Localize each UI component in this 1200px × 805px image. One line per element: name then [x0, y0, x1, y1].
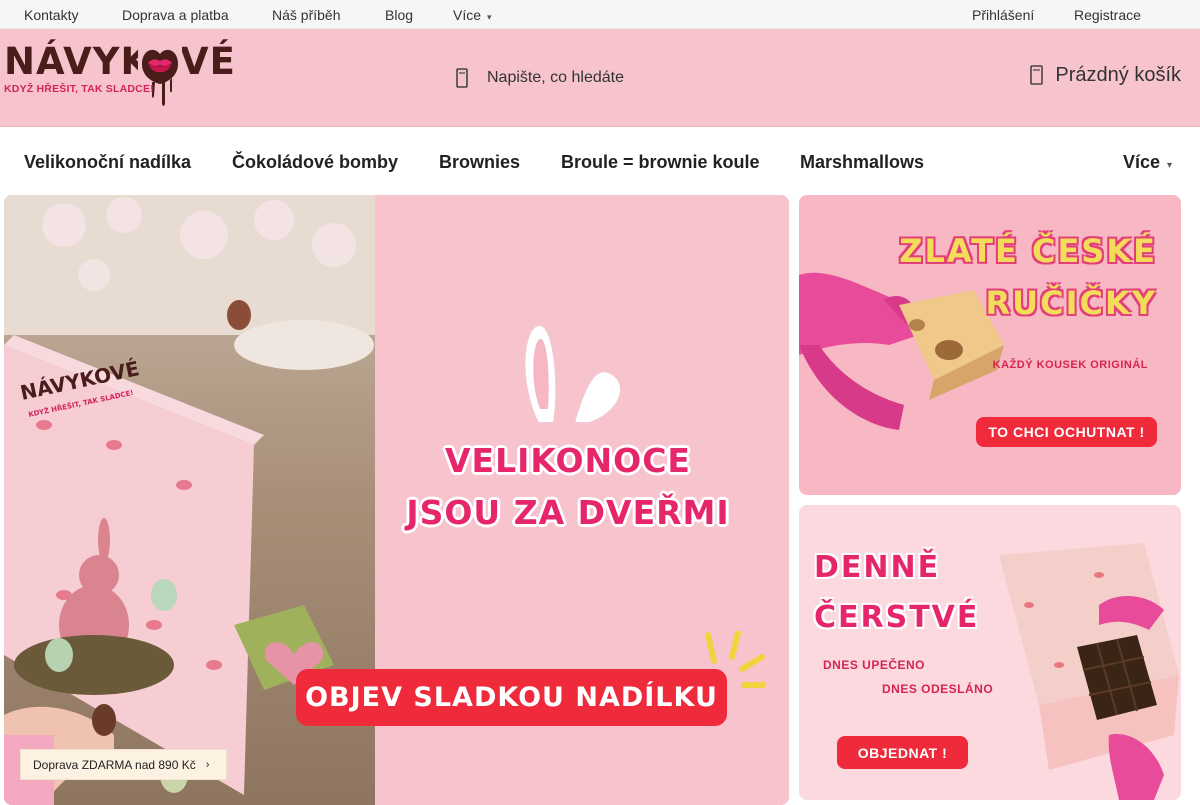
top-more-menu[interactable]: Více ▾ [453, 7, 492, 23]
category-chocolate-bombs[interactable]: Čokoládové bomby [232, 152, 398, 173]
category-marshmallows[interactable]: Marshmallows [800, 152, 924, 173]
site-logo[interactable]: NÁVYKOVÉ KDYŽ HŘEŠIT, TAK SLADCE! [4, 42, 235, 106]
promo1-title: ZLATÉ ČESKÉ RUČIČKY [899, 225, 1157, 329]
category-broule[interactable]: Broule = brownie koule [561, 152, 760, 173]
login-link[interactable]: Přihlášení [972, 7, 1034, 23]
promo2-title-line1: DENNĚ [814, 550, 941, 585]
logo-tagline: KDYŽ HŘEŠIT, TAK SLADCE! [4, 83, 154, 95]
chevron-down-icon: ▾ [487, 12, 492, 22]
top-bar: Kontakty Doprava a platba Náš příběh Blo… [0, 0, 1200, 29]
top-link-blog[interactable]: Blog [385, 7, 413, 23]
hero-cta-button[interactable]: OBJEV SLADKOU NADÍLKU [296, 669, 727, 726]
cart-icon [1030, 65, 1044, 85]
bunny-ears-illustration [523, 323, 622, 424]
promo2-subtitle-baked: DNES UPEČENO [823, 658, 926, 672]
hero-title-line2: JSOU ZA DVEŘMI [406, 493, 730, 532]
promo1-title-line1: ZLATÉ ČESKÉ [899, 232, 1157, 270]
promo1-cta-button[interactable]: TO CHCI OCHUTNAT ! [976, 417, 1157, 447]
top-link-contacts[interactable]: Kontakty [24, 7, 78, 23]
register-link[interactable]: Registrace [1074, 7, 1141, 23]
promo-banner-fresh[interactable]: DENNĚ ČERSTVÉ DNES UPEČENO DNES ODESLÁNO… [799, 505, 1181, 800]
hero-banner[interactable]: NÁVYKOVÉ KDYŽ HŘEŠIT, TAK SLADCE! VELIKO… [4, 195, 789, 805]
cart-label: Prázdný košík [1055, 63, 1181, 86]
search-box[interactable]: Napište, co hledáte [452, 66, 624, 90]
promo2-title-line2: ČERSTVÉ [814, 600, 980, 635]
category-nav: Velikonoční nadílka Čokoládové bomby Bro… [0, 127, 1200, 195]
lips-icon [138, 44, 182, 106]
promo2-subtitle-shipped: DNES ODESLÁNO [882, 682, 994, 696]
free-shipping-label: Doprava ZDARMA nad 890 Kč [33, 757, 196, 772]
site-header: NÁVYKOVÉ KDYŽ HŘEŠIT, TAK SLADCE! Napišt… [0, 29, 1200, 127]
brownie-box-photo [999, 543, 1179, 800]
logo-wordmark: NÁVYKOVÉ [4, 40, 236, 83]
hero-title: VELIKONOCE JSOU ZA DVEŘMI [375, 435, 761, 539]
category-more-label: Více [1123, 152, 1161, 172]
category-easter[interactable]: Velikonoční nadílka [24, 152, 191, 173]
chevron-down-icon: ▾ [1167, 160, 1173, 171]
promo1-subtitle: KAŽDÝ KOUSEK ORIGINÁL [992, 359, 1148, 371]
arrow-right-icon: › [205, 758, 210, 771]
search-input[interactable]: Napište, co hledáte [487, 69, 624, 87]
promo2-title: DENNĚ ČERSTVÉ [814, 543, 979, 643]
promo2-cta-button[interactable]: OBJEDNAT ! [837, 736, 968, 769]
category-brownies[interactable]: Brownies [439, 152, 520, 173]
cart-button[interactable]: Prázdný košík [1028, 63, 1181, 87]
top-link-story[interactable]: Náš příběh [272, 7, 340, 23]
category-more-menu[interactable]: Více ▾ [1123, 152, 1172, 173]
search-icon [456, 68, 468, 88]
promo-banner-rucicky[interactable]: ZLATÉ ČESKÉ RUČIČKY KAŽDÝ KOUSEK ORIGINÁ… [799, 195, 1181, 495]
free-shipping-badge[interactable]: Doprava ZDARMA nad 890 Kč › [20, 749, 227, 780]
top-link-shipping[interactable]: Doprava a platba [122, 7, 229, 23]
hero-title-line1: VELIKONOCE [445, 441, 691, 480]
top-more-label: Více [453, 7, 482, 23]
promo1-title-line2: RUČIČKY [985, 284, 1157, 322]
